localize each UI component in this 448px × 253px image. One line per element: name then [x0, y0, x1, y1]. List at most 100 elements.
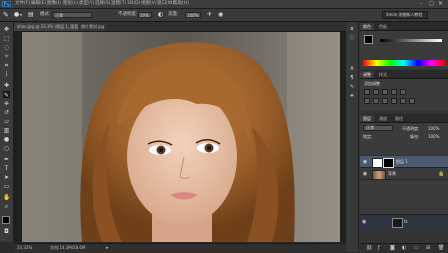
color-balance-icon[interactable] [373, 98, 379, 104]
color-spectrum[interactable] [363, 60, 445, 66]
tab-styles[interactable]: 样式 [376, 71, 390, 78]
pen-tool-icon[interactable]: ✒ [3, 156, 10, 163]
new-group-icon[interactable]: ▭ [414, 245, 419, 251]
vibrance-icon[interactable] [400, 89, 406, 95]
curves-icon[interactable] [382, 89, 388, 95]
menu-select[interactable]: 选择(S) [95, 1, 110, 7]
link-layers-icon[interactable]: ⛓ [366, 245, 372, 251]
fill-value[interactable]: 100% [428, 134, 439, 139]
chevron-down-icon[interactable]: ▾ [20, 12, 22, 17]
eyedropper-tool-icon[interactable]: ⅰ [3, 71, 10, 78]
brush-tool-preset-icon[interactable]: ✎ [3, 11, 9, 19]
flow-input[interactable]: 100% [185, 12, 201, 18]
hue-saturation-icon[interactable] [364, 98, 370, 104]
tab-adjustments[interactable]: 调整 [360, 71, 374, 78]
color-panel-tabs: 颜色 色板 [360, 22, 448, 31]
type-tool-icon[interactable]: T [3, 165, 10, 172]
color-lookup-icon[interactable] [409, 98, 415, 104]
blend-mode-select[interactable]: 正常 [363, 125, 393, 131]
pressure-opacity-icon[interactable]: ◐ [158, 11, 163, 18]
healing-brush-tool-icon[interactable]: ✚ [3, 82, 10, 89]
menu-help[interactable]: 帮助(H) [173, 1, 189, 7]
chevron-right-icon[interactable]: ▸ [106, 244, 109, 252]
color-panel-foreground[interactable] [364, 35, 373, 44]
visibility-eye-icon[interactable]: ◉ [362, 171, 368, 177]
maximize-icon[interactable]: □ [429, 1, 434, 7]
adjustment-layer-icon[interactable]: ◐ [402, 245, 406, 251]
path-select-tool-icon[interactable]: ➤ [3, 174, 10, 181]
marquee-tool-icon[interactable]: ⬚ [3, 35, 10, 42]
document-photo[interactable] [22, 32, 340, 242]
tab-layers[interactable]: 图层 [360, 115, 374, 122]
blur-tool-icon[interactable]: ● [3, 136, 10, 143]
fill-label: 填充: [410, 134, 420, 139]
brush-presets-panel-icon[interactable]: ✎ [348, 84, 356, 91]
menu-type[interactable]: 类型(Y) [79, 1, 94, 7]
tab-swatches[interactable]: 色板 [376, 23, 390, 30]
clone-stamp-tool-icon[interactable]: ⎈ [3, 100, 10, 107]
lasso-tool-icon[interactable]: ◌ [3, 44, 10, 51]
visibility-eye-icon[interactable]: ◉ [362, 219, 366, 225]
new-layer-icon[interactable]: ⊞ [426, 245, 430, 251]
opacity-input[interactable]: 20% [138, 12, 152, 18]
photo-filter-icon[interactable] [391, 98, 397, 104]
brush-tool-icon[interactable]: ✎ [3, 91, 10, 99]
close-icon[interactable]: × [438, 0, 443, 7]
menu-image[interactable]: 图像(I) [47, 1, 61, 7]
layer-opacity-value[interactable]: 100% [428, 126, 439, 131]
gradient-tool-icon[interactable]: ▥ [3, 127, 10, 134]
brightness-contrast-icon[interactable] [364, 89, 370, 95]
paragraph-panel-icon[interactable]: ¶ [348, 75, 356, 82]
quick-select-tool-icon[interactable]: ✧ [3, 53, 10, 60]
layer-mask-thumbnail[interactable] [383, 158, 394, 168]
zoom-level[interactable]: 33.33% [17, 244, 32, 252]
tab-channels[interactable]: 通道 [376, 115, 390, 122]
hand-tool-icon[interactable]: ✋ [3, 194, 10, 201]
airbrush-icon[interactable]: ✈ [207, 11, 212, 18]
zoom-tool-icon[interactable]: ⌕ [3, 203, 10, 210]
menu-view[interactable]: 视图(V) [141, 1, 157, 7]
color-slider[interactable] [380, 39, 442, 42]
crop-tool-icon[interactable]: ⌗ [3, 62, 10, 69]
layer-row-1[interactable]: ◉ 图层 1 [360, 156, 448, 168]
menu-3d[interactable]: 3D(D) [127, 1, 140, 7]
move-tool-icon[interactable]: ✥ [3, 26, 10, 33]
pressure-size-icon[interactable]: ◉ [218, 11, 223, 18]
channel-mixer-icon[interactable] [400, 98, 406, 104]
properties-panel-icon[interactable]: ⓘ [348, 35, 356, 42]
menu-layer[interactable]: 图层(L) [63, 1, 78, 7]
tab-color[interactable]: 颜色 [360, 23, 374, 30]
black-white-icon[interactable] [382, 98, 388, 104]
document-tab-2[interactable]: 图片素材.jpg [78, 23, 108, 31]
character-panel-icon[interactable]: A [348, 66, 356, 73]
mode-select[interactable]: 正常 [52, 12, 92, 18]
history-panel-icon[interactable]: ⧖ [348, 26, 356, 33]
foreground-color-swatch[interactable] [2, 216, 10, 224]
workspace-select[interactable]: Smile 涂磨新人教程 [382, 11, 428, 19]
visibility-eye-icon[interactable]: ◉ [362, 159, 368, 165]
add-style-icon[interactable]: ƒ [378, 245, 380, 251]
menu-filter[interactable]: 滤镜(T) [111, 1, 126, 7]
menu-edit[interactable]: 编辑(E) [31, 1, 46, 7]
brush-panel-icon[interactable]: ▤ [28, 11, 34, 18]
brush-size-indicator[interactable]: ● [14, 11, 19, 18]
delete-layer-icon[interactable]: 🗑 [438, 245, 444, 251]
clone-source-panel-icon[interactable]: ⎈ [348, 93, 356, 100]
exposure-icon[interactable] [391, 89, 397, 95]
quick-mask-icon[interactable]: ◘ [3, 228, 10, 235]
eraser-tool-icon[interactable]: ▱ [3, 118, 10, 125]
flow-label: 流量: [168, 12, 179, 17]
history-brush-tool-icon[interactable]: ↺ [3, 109, 10, 116]
tab-paths[interactable]: 路径 [392, 115, 406, 122]
shape-tool-icon[interactable]: ▭ [3, 183, 10, 190]
layer-row-selected-ghost[interactable]: ◉ fx [360, 214, 448, 229]
dodge-tool-icon[interactable]: ○ [3, 145, 10, 152]
lock-label: 锁定: [363, 134, 373, 139]
add-mask-icon[interactable]: ◙ [390, 245, 395, 251]
levels-icon[interactable] [373, 89, 379, 95]
menu-window[interactable]: 窗口(W) [157, 1, 174, 7]
canvas-area[interactable] [14, 32, 346, 242]
minimize-icon[interactable]: – [420, 1, 423, 7]
menu-file[interactable]: 文件(F) [15, 1, 30, 7]
layer-row-background[interactable]: ◉ 背景 🔒 [360, 168, 448, 180]
